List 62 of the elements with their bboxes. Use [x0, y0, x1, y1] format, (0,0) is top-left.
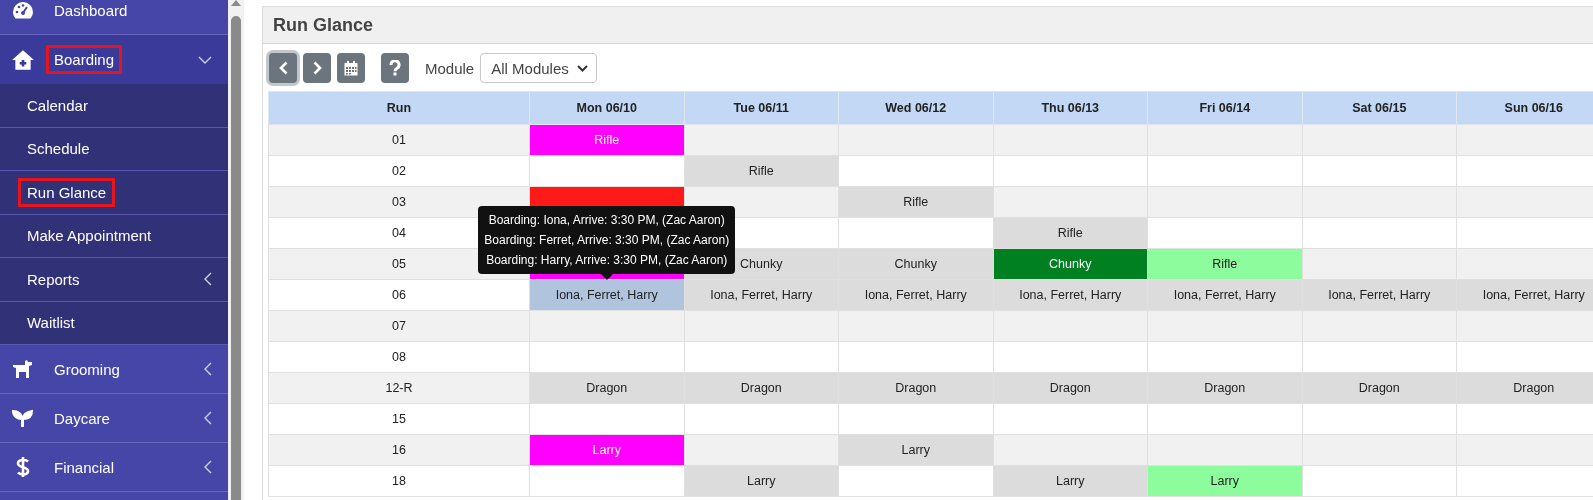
booking-cell[interactable]: Rifle — [1147, 248, 1302, 280]
scroll-up-icon[interactable] — [231, 0, 241, 6]
chevron-down-icon — [576, 64, 588, 72]
calendar-button[interactable] — [337, 53, 365, 83]
booking-cell[interactable]: Larry — [1147, 465, 1302, 497]
booking-cell[interactable]: Iona, Ferret, Harry — [838, 279, 993, 311]
booking-cell[interactable]: Dragon — [529, 372, 684, 404]
next-button[interactable] — [303, 53, 331, 83]
page-title: Run Glance — [273, 14, 374, 36]
booking-cell[interactable]: Larry — [684, 465, 839, 497]
booking-cell[interactable]: Iona, Ferret, Harry — [1147, 279, 1302, 311]
booking-cell[interactable]: Rifle — [993, 217, 1148, 249]
run-cell: 18 — [268, 465, 530, 497]
sidebar-item[interactable]: Boarding — [0, 35, 228, 84]
booking-cell[interactable]: Larry — [993, 465, 1148, 497]
booking-cell[interactable]: Dragon — [1302, 372, 1457, 404]
module-dropdown[interactable]: All Modules — [480, 53, 597, 83]
booking-cell[interactable]: Chunky — [838, 248, 993, 280]
scrollbar-thumb[interactable] — [231, 16, 241, 500]
booking-cell[interactable]: Iona, Ferret, Harry — [1456, 279, 1593, 311]
help-button[interactable] — [381, 53, 409, 83]
booking-cell[interactable]: Dragon — [993, 372, 1148, 404]
column-header: Wed 06/12 — [838, 91, 993, 125]
run-cell: 16 — [268, 434, 530, 466]
booking-cell[interactable]: Dragon — [838, 372, 993, 404]
column-header: Tue 06/11 — [684, 91, 839, 125]
column-header: Run — [268, 91, 530, 125]
run-cell: 01 — [268, 124, 530, 156]
tooltip-arrow — [600, 273, 613, 280]
booking-cell[interactable]: Iona, Ferret, Harry — [684, 279, 839, 311]
dog-icon — [12, 359, 34, 379]
house-plus-icon — [11, 48, 35, 71]
booking-cell[interactable]: Iona, Ferret, Harry — [993, 279, 1148, 311]
booking-cell[interactable]: Chunky — [993, 248, 1148, 280]
chevron-left-icon — [278, 61, 288, 75]
booking-cell[interactable]: Rifle — [838, 186, 993, 218]
chevron-right-icon — [312, 61, 322, 75]
run-cell: 06 — [268, 279, 530, 311]
run-cell: 02 — [268, 155, 530, 187]
run-cell: 07 — [268, 310, 530, 342]
calendar-icon — [344, 60, 358, 76]
booking-cell[interactable]: Dragon — [1456, 372, 1593, 404]
run-cell: 08 — [268, 341, 530, 373]
previous-button[interactable] — [269, 53, 297, 83]
column-header: Sun 06/16 — [1456, 91, 1593, 125]
booking-cell[interactable]: Dragon — [684, 372, 839, 404]
sprout-icon — [12, 408, 34, 428]
module-label: Module — [425, 59, 475, 77]
booking-cell[interactable]: Larry — [838, 434, 993, 466]
dollar-icon — [16, 456, 30, 478]
column-header: Sat 06/15 — [1302, 91, 1457, 125]
column-header: Mon 06/10 — [529, 91, 684, 125]
column-header: Fri 06/14 — [1147, 91, 1302, 125]
column-header: Thu 06/13 — [993, 91, 1148, 125]
booking-cell[interactable]: Iona, Ferret, Harry — [1302, 279, 1457, 311]
booking-cell[interactable]: Dragon — [1147, 372, 1302, 404]
help-icon — [389, 60, 401, 76]
booking-cell[interactable]: Iona, Ferret, Harry — [529, 279, 684, 311]
submenu-item[interactable]: Run Glance — [0, 171, 228, 215]
run-cell: 12-R — [268, 372, 530, 404]
run-cell: 15 — [268, 403, 530, 435]
booking-cell[interactable]: Rifle — [684, 155, 839, 187]
